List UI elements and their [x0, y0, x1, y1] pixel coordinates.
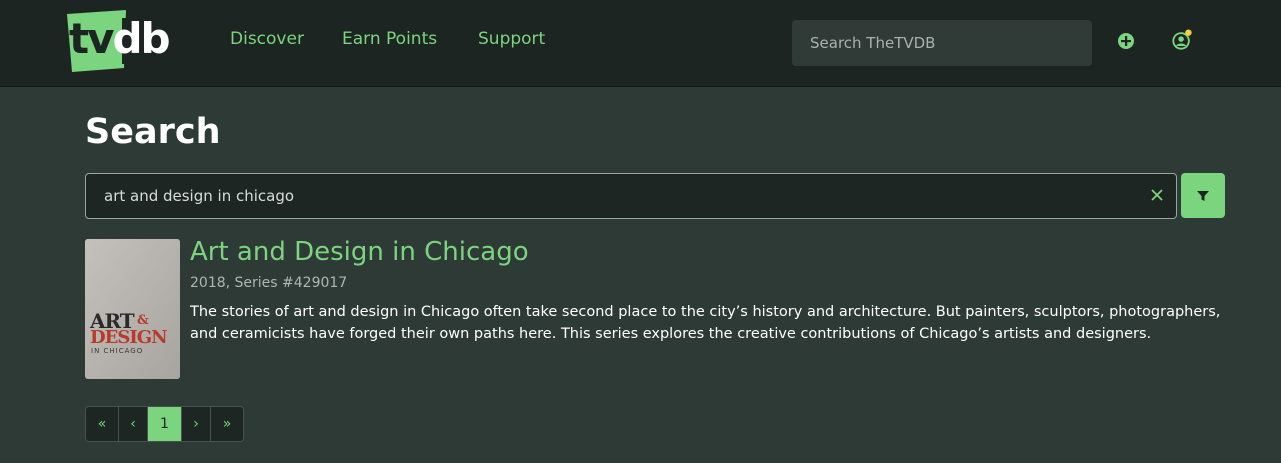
pagination-prev[interactable]: ‹ — [119, 407, 148, 441]
logo-text-overlay: tvdb — [69, 14, 171, 63]
nav-link-earn-points[interactable]: Earn Points — [342, 29, 437, 49]
pagination-last[interactable]: » — [211, 407, 243, 441]
search-query-input[interactable] — [86, 174, 1136, 218]
clear-search-button[interactable] — [1148, 186, 1166, 204]
poster-title-chicago: IN CHICAGO — [91, 347, 144, 355]
result-meta: 2018, Series #429017 — [190, 275, 348, 291]
result-title[interactable]: Art and Design in Chicago — [190, 237, 529, 267]
close-icon — [1151, 189, 1163, 201]
top-navbar: tvdb tvdb Discover Earn Points Support — [0, 0, 1281, 87]
pagination-first[interactable]: « — [86, 407, 119, 441]
add-button[interactable] — [1115, 30, 1137, 52]
result-poster[interactable]: ART & DESIGN IN CHICAGO — [85, 239, 180, 379]
plus-circle-icon — [1118, 33, 1134, 49]
tvdb-logo[interactable]: tvdb tvdb — [64, 10, 184, 74]
poster-title-amp: & — [137, 313, 149, 328]
page-title: Search — [85, 112, 221, 152]
filter-button[interactable] — [1181, 173, 1225, 218]
user-menu-button[interactable] — [1171, 29, 1193, 51]
nav-link-discover[interactable]: Discover — [230, 29, 304, 49]
result-description: The stories of art and design in Chicago… — [190, 304, 1221, 342]
global-search-input[interactable] — [792, 20, 1092, 66]
pagination-page-1[interactable]: 1 — [148, 407, 182, 441]
notification-dot — [1185, 29, 1192, 36]
filter-icon — [1197, 190, 1209, 201]
search-box — [85, 173, 1177, 219]
pagination: « ‹ 1 › » — [85, 406, 244, 442]
pagination-next[interactable]: › — [182, 407, 211, 441]
user-circle-icon — [1172, 29, 1192, 50]
nav-link-support[interactable]: Support — [478, 29, 545, 49]
poster-title-design: DESIGN — [90, 327, 168, 348]
